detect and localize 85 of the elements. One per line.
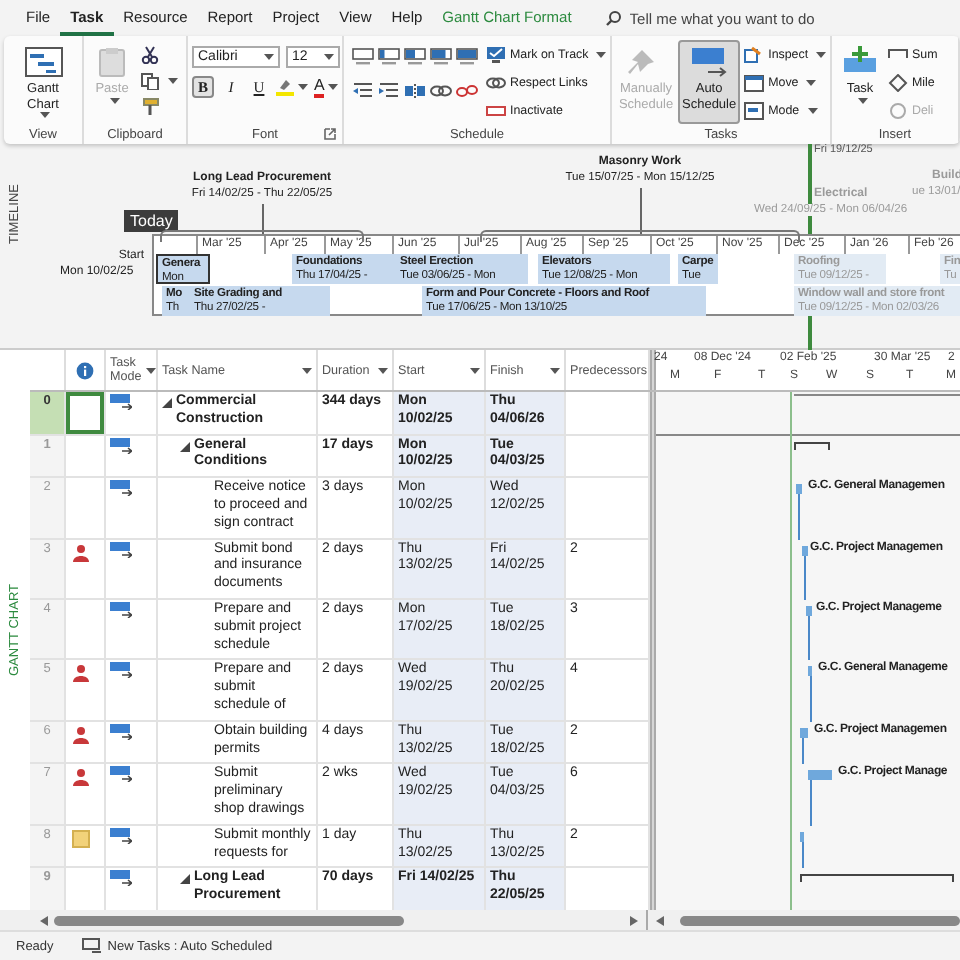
mode-icon [744,102,765,120]
task-bar-arrow-icon [110,394,132,410]
link-icon [486,74,506,92]
caret-icon [168,78,178,84]
link-line [808,615,810,661]
highlight-button[interactable] [276,76,308,98]
percent-complete-icon[interactable] [404,48,426,66]
percent-complete-icon[interactable] [456,48,478,66]
task-bar-arrow-icon [110,437,132,454]
person-icon[interactable] [72,725,90,744]
scrollbar-thumb[interactable] [54,915,404,925]
caret-icon [550,367,560,373]
caret-icon [470,367,480,373]
caret-icon [816,52,827,58]
percent-complete-icon[interactable] [352,48,374,66]
caret-icon [596,52,607,58]
link-line [802,737,804,765]
percent-complete-icon[interactable] [430,48,452,66]
task-bar-arrow-icon [110,766,132,783]
task-bar[interactable] [796,484,802,495]
bar-arrow-icon [689,46,730,78]
caret-icon [378,367,388,373]
summary-bar[interactable] [800,874,954,883]
task-bar-arrow-icon [110,870,132,887]
summary-bar[interactable] [794,441,830,450]
inspect-icon [744,46,765,64]
caret-icon [328,84,339,90]
triangle-icon[interactable] [180,441,190,452]
copy-button[interactable] [138,70,180,92]
task-bar-arrow-icon [110,601,132,618]
highlighter-icon [276,78,294,96]
scissors-icon [140,46,160,64]
caret-icon [302,367,312,373]
caret-icon [806,80,817,86]
circle-icon [888,102,908,120]
person-icon[interactable] [72,768,90,787]
new-task-icon [81,938,102,954]
caret-icon [40,112,50,118]
caret-icon [145,367,156,373]
brush-icon [140,98,160,116]
link-line [798,494,800,540]
unlink-icon[interactable] [456,82,478,100]
scroll-left-icon[interactable] [40,915,48,925]
indent-icon[interactable] [378,82,400,100]
percent-complete-icon[interactable] [378,48,400,66]
link-line [810,780,812,826]
caret-icon [807,108,818,114]
diamond-icon [888,74,908,92]
split-bar-icon[interactable] [404,82,426,100]
scroll-left-icon[interactable] [656,915,664,925]
caret-icon [324,54,334,60]
gantt-chart-icon [23,46,63,78]
task-bar-arrow-icon [110,541,132,558]
scrollbar-thumb[interactable] [680,915,960,925]
person-icon[interactable] [72,543,90,562]
dialog-launcher-icon[interactable] [324,128,336,140]
task-bar-arrow-icon [110,662,132,679]
search-icon[interactable] [605,10,622,26]
caret-icon [857,97,867,103]
link-line [810,676,812,722]
outdent-icon[interactable] [352,82,374,100]
info-icon [76,361,94,379]
triangle-icon[interactable] [180,874,190,885]
today-label: Today [124,210,179,232]
task-bar-icon [840,46,880,78]
triangle-icon[interactable] [162,398,172,408]
task-bar-arrow-icon [110,480,132,497]
bracket-icon [888,46,908,64]
link-icon[interactable] [430,82,452,100]
scroll-right-icon[interactable] [630,915,638,925]
leader-line [262,204,264,236]
link-line [804,555,806,600]
caret-icon [264,54,274,60]
leader-line [640,188,642,236]
bar-icon [486,102,506,120]
caret-icon [109,97,119,103]
caret-icon [298,84,308,90]
task-bar-arrow-icon [110,827,132,844]
link-line [802,841,804,869]
monitor-check-icon [486,46,506,64]
font-color-button[interactable]: A [314,76,339,98]
person-icon[interactable] [72,664,90,683]
task-bar-arrow-icon [110,723,132,740]
calendar-icon [744,74,765,92]
copy-icon [140,72,160,90]
